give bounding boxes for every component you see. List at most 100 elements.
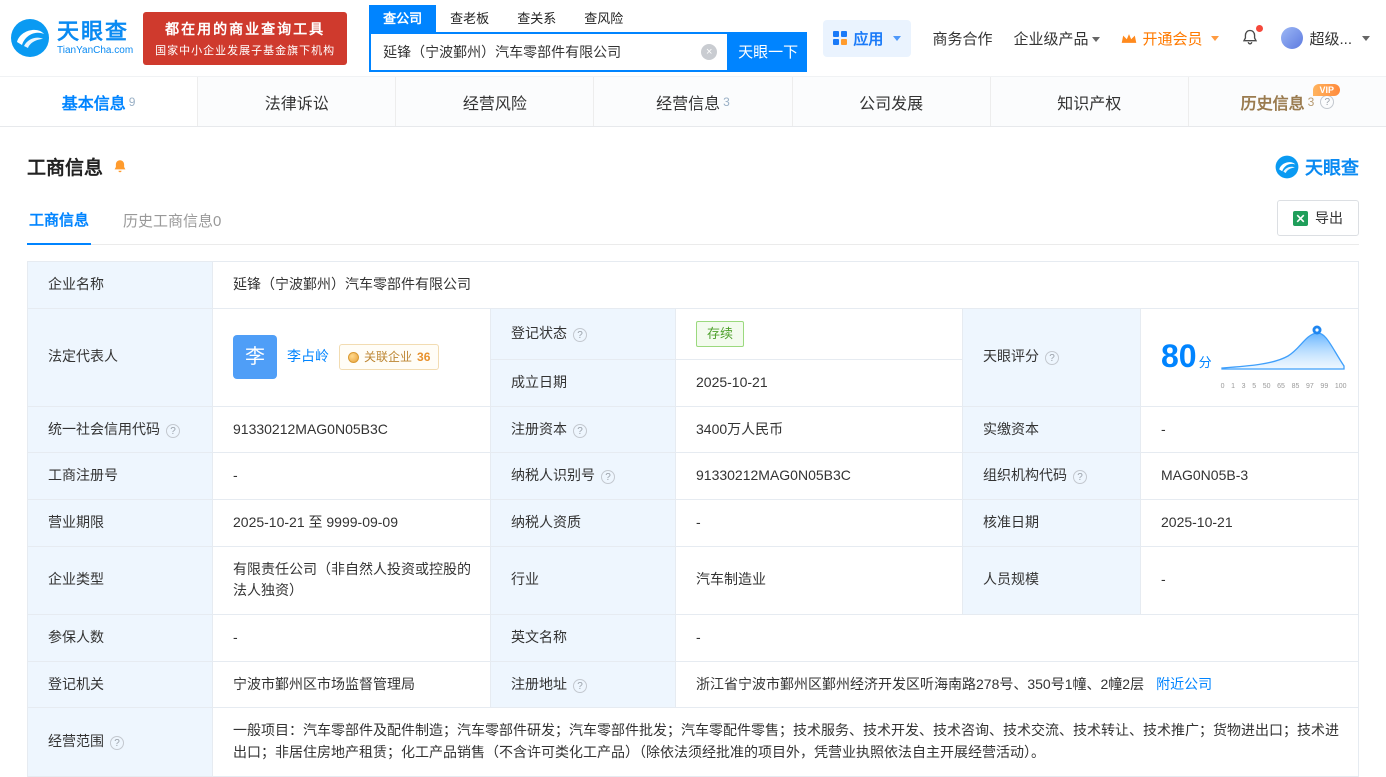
site-header: 天眼查 TianYanCha.com 都在用的商业查询工具 国家中小企业发展子基… (0, 0, 1386, 76)
related-companies-count: 36 (417, 349, 431, 364)
tab-label: 知识产权 (1057, 95, 1122, 113)
help-icon[interactable] (573, 327, 587, 342)
apps-menu[interactable]: 应用 (823, 19, 912, 57)
subscribe-bell-icon[interactable] (111, 158, 129, 176)
notification-dot (1256, 25, 1264, 32)
search-tabs: 查公司 查老板 查关系 查风险 (369, 4, 807, 32)
tab-company-development[interactable]: 公司发展 (793, 77, 991, 126)
tab-legal-lawsuits[interactable]: 法律诉讼 (198, 77, 397, 126)
tianyancha-watermark-text: 天眼查 (1305, 157, 1359, 178)
search-tab-boss[interactable]: 查老板 (436, 5, 503, 32)
tab-intellectual-property[interactable]: 知识产权 (991, 77, 1189, 126)
field-label-reg-capital: 注册资本 (490, 405, 676, 454)
help-icon[interactable] (166, 423, 180, 438)
search-tab-company[interactable]: 查公司 (369, 4, 437, 32)
related-companies-icon (348, 351, 359, 363)
table-row: 法定代表人 李 李占岭 关联企业 36 登记状态 存续 天眼评分 (27, 307, 1359, 407)
tab-history-info[interactable]: 历史信息 3 VIP (1189, 77, 1386, 126)
related-companies-badge[interactable]: 关联企业 36 (339, 343, 440, 371)
search-box: × (369, 31, 730, 72)
promo-badge: 都在用的商业查询工具 国家中小企业发展子基金旗下机构 (143, 11, 348, 65)
promo-line2: 国家中小企业发展子基金旗下机构 (155, 44, 336, 57)
field-label-est-date: 成立日期 (490, 358, 676, 407)
tab-basic-info[interactable]: 基本信息 9 (0, 77, 199, 126)
open-membership-menu[interactable]: 开通会员 (1121, 28, 1220, 49)
field-value-reg-capital: 3400万人民币 (675, 405, 963, 454)
score-unit: 分 (1198, 355, 1212, 371)
logo-text-cn: 天眼查 (57, 19, 130, 45)
header-nav: 应用 商务合作 企业级产品 开通会员 超级... (823, 19, 1370, 57)
field-value-reg-no: - (212, 452, 491, 500)
field-value-org-code: MAG0N05B-3 (1140, 452, 1359, 500)
enterprise-products-menu[interactable]: 企业级产品 (1013, 28, 1101, 49)
crown-icon (1121, 32, 1137, 45)
help-icon[interactable] (573, 423, 587, 438)
business-info-table: 企业名称 延锋（宁波鄞州）汽车零部件有限公司 法定代表人 李 李占岭 关联企业 … (27, 261, 1359, 777)
field-label-legal-rep: 法定代表人 (27, 307, 213, 407)
tianyancha-logo-icon (10, 18, 50, 58)
field-label-paid-capital: 实缴资本 (962, 405, 1141, 454)
logo-text-en: TianYanCha.com (57, 44, 134, 56)
search-tab-relation[interactable]: 查关系 (503, 5, 570, 32)
field-label-company-type: 企业类型 (27, 545, 213, 615)
nearby-companies-link[interactable]: 附近公司 (1156, 676, 1212, 692)
table-row: 营业期限 2025-10-21 至 9999-09-09 纳税人资质 - 核准日… (27, 498, 1359, 547)
field-value-approval-date: 2025-10-21 (1140, 498, 1359, 547)
field-value-staff-size: - (1140, 545, 1359, 615)
field-label-org-code: 组织机构代码 (962, 452, 1141, 500)
business-cooperation-link[interactable]: 商务合作 (932, 28, 992, 49)
subtab-history-business-info[interactable]: 历史工商信息0 (121, 210, 223, 244)
tab-operating-risk[interactable]: 经营风险 (396, 77, 595, 126)
subtab-history-count: 0 (213, 213, 222, 230)
search-area: 查公司 查老板 查关系 查风险 × 天眼一下 (369, 4, 808, 72)
tab-count: 3 (723, 94, 730, 109)
legal-rep-avatar[interactable]: 李 (233, 335, 277, 380)
tab-label: 经营风险 (462, 95, 527, 113)
subtab-history-label: 历史工商信息 (123, 213, 214, 230)
user-name: 超级... (1309, 30, 1352, 48)
tab-label: 公司发展 (859, 95, 924, 113)
field-label-staff-size: 人员规模 (962, 545, 1141, 615)
field-label-industry: 行业 (490, 545, 676, 615)
company-tabbar: 基本信息 9 法律诉讼 经营风险 经营信息 3 公司发展 知识产权 历史信息 3 VI… (0, 76, 1386, 127)
section-title: 工商信息 (27, 158, 104, 179)
search-tab-risk[interactable]: 查风险 (570, 5, 637, 32)
field-value-paid-capital: - (1140, 405, 1359, 454)
tab-label: 经营信息 (656, 95, 721, 113)
score-chart: 0 1 3 5 50 65 85 97 99 100 (1220, 322, 1348, 393)
tab-operating-info[interactable]: 经营信息 3 (594, 77, 793, 126)
subtab-business-info[interactable]: 工商信息 (27, 209, 92, 245)
chevron-down-icon (1362, 35, 1370, 41)
field-value-company-type: 有限责任公司（非自然人投资或控股的法人独资） (212, 545, 491, 615)
clear-search-icon[interactable]: × (701, 43, 718, 60)
tianyancha-logo[interactable]: 天眼查 TianYanCha.com (10, 18, 133, 58)
help-icon[interactable] (573, 678, 587, 693)
field-label-company-name: 企业名称 (27, 261, 213, 309)
search-input[interactable] (371, 43, 702, 60)
help-icon[interactable] (1073, 470, 1087, 485)
legal-rep-link[interactable]: 李占岭 (287, 346, 329, 368)
help-icon[interactable] (601, 470, 615, 485)
table-row: 参保人数 - 英文名称 - (27, 613, 1359, 662)
field-label-taxpayer-quality: 纳税人资质 (490, 498, 676, 547)
user-menu[interactable]: 超级... (1281, 27, 1370, 49)
score-number: 80 (1161, 338, 1197, 375)
export-button[interactable]: 导出 (1277, 200, 1359, 236)
field-label-credit-code: 统一社会信用代码 (27, 405, 213, 454)
search-button[interactable]: 天眼一下 (729, 31, 808, 72)
field-label-score: 天眼评分 (962, 307, 1141, 407)
enterprise-products-label: 企业级产品 (1013, 30, 1089, 48)
notification-bell-icon[interactable] (1240, 25, 1264, 48)
table-row: 经营范围 一般项目：汽车零部件及配件制造；汽车零部件研发；汽车零部件批发；汽车零… (27, 707, 1359, 777)
chevron-down-icon (893, 35, 902, 41)
field-label-english-name: 英文名称 (490, 613, 676, 662)
field-value-est-date: 2025-10-21 (675, 358, 963, 407)
tab-label: 法律诉讼 (264, 95, 329, 113)
help-icon[interactable] (1320, 94, 1335, 109)
help-icon[interactable] (110, 736, 124, 751)
help-icon[interactable] (1045, 351, 1059, 366)
chevron-down-icon (1211, 35, 1220, 41)
field-label-reg-no: 工商注册号 (27, 452, 213, 500)
field-value-legal-rep: 李 李占岭 关联企业 36 (212, 307, 491, 407)
field-value-scope: 一般项目：汽车零部件及配件制造；汽车零部件研发；汽车零部件批发；汽车零配件零售；… (212, 707, 1359, 777)
